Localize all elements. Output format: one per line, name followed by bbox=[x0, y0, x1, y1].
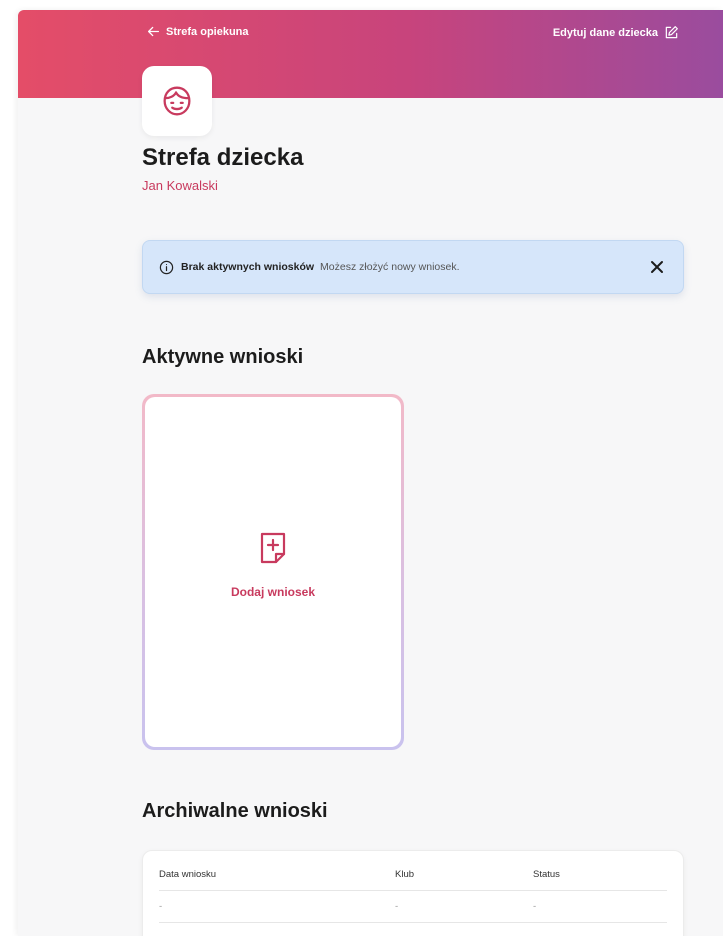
child-face-icon bbox=[163, 86, 191, 116]
cell-club: - bbox=[395, 901, 399, 912]
column-header-club: Klub bbox=[395, 869, 415, 880]
alert-title: Brak aktywnych wniosków bbox=[181, 261, 315, 273]
add-document-icon bbox=[260, 532, 286, 564]
archived-applications-table: Data wniosku Klub Status - - - bbox=[142, 850, 684, 936]
page-title: Strefa dziecka bbox=[142, 144, 304, 171]
archived-applications-heading: Archiwalne wnioski bbox=[142, 800, 328, 822]
edit-child-data-link[interactable]: Edytuj dane dziecka bbox=[553, 25, 679, 40]
back-link-label: Strefa opiekuna bbox=[166, 25, 249, 38]
edit-icon bbox=[665, 26, 678, 39]
info-alert: Brak aktywnych wniosków Możesz złożyć no… bbox=[142, 240, 684, 294]
add-application-card-body: Dodaj wniosek bbox=[145, 397, 401, 747]
close-icon[interactable] bbox=[649, 259, 665, 275]
active-applications-heading: Aktywne wnioski bbox=[142, 346, 304, 368]
child-zone-page: Strefa opiekuna Edytuj dane dziecka Stre… bbox=[18, 10, 723, 936]
back-to-guardian-zone-link[interactable]: Strefa opiekuna bbox=[147, 25, 249, 38]
info-icon bbox=[159, 260, 174, 274]
cell-date: - bbox=[159, 901, 163, 912]
alert-text: Możesz złożyć nowy wniosek. bbox=[320, 261, 460, 273]
avatar bbox=[142, 66, 212, 136]
table-row: - - - bbox=[159, 891, 667, 923]
add-application-card[interactable]: Dodaj wniosek bbox=[142, 394, 404, 750]
column-header-status: Status bbox=[533, 869, 560, 880]
cell-status: - bbox=[533, 901, 537, 912]
child-name: Jan Kowalski bbox=[142, 178, 218, 193]
column-header-date: Data wniosku bbox=[159, 869, 217, 880]
add-application-label: Dodaj wniosek bbox=[230, 585, 316, 599]
edit-link-label: Edytuj dane dziecka bbox=[552, 26, 658, 39]
table-header: Data wniosku Klub Status bbox=[159, 859, 667, 891]
arrow-left-icon bbox=[147, 26, 160, 37]
header-banner: Strefa opiekuna Edytuj dane dziecka bbox=[18, 10, 723, 98]
